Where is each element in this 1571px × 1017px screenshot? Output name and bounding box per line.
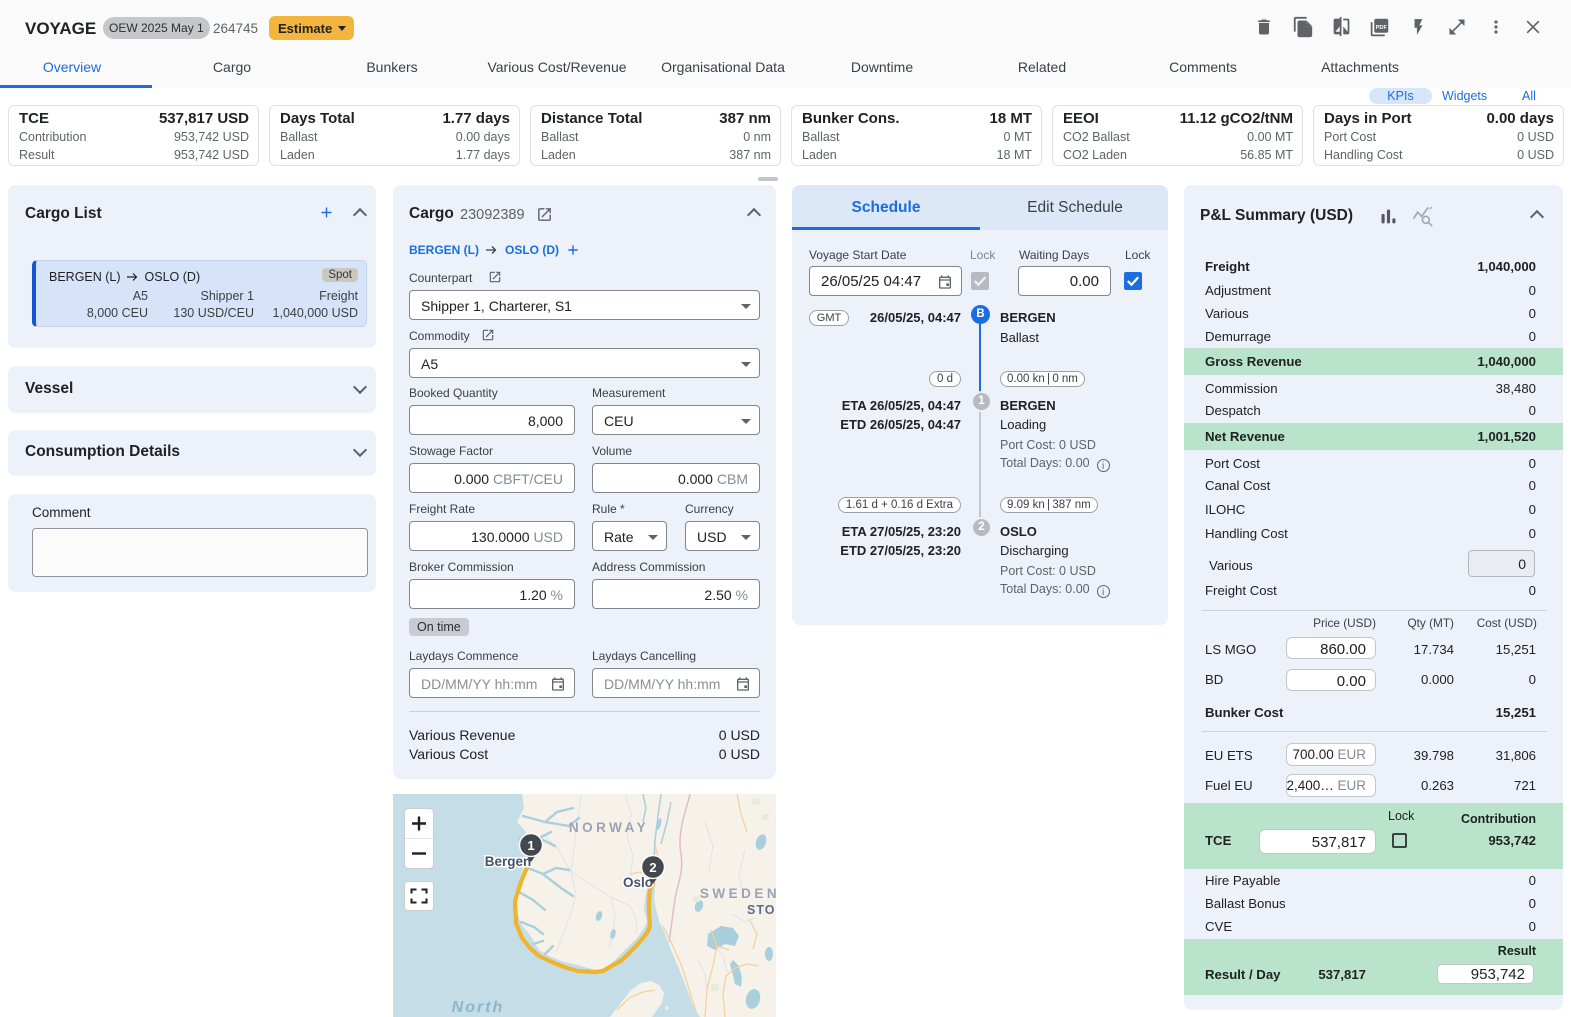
svg-text:1: 1 bbox=[527, 838, 534, 853]
svg-text:STOC: STOC bbox=[747, 903, 776, 917]
svg-text:2: 2 bbox=[649, 860, 656, 875]
svg-text:NORWAY: NORWAY bbox=[569, 820, 649, 835]
svg-text:SWEDEN: SWEDEN bbox=[700, 886, 776, 901]
svg-text:Bergen: Bergen bbox=[485, 854, 532, 869]
svg-text:PDF: PDF bbox=[1376, 25, 1388, 31]
svg-text:North: North bbox=[452, 999, 505, 1016]
